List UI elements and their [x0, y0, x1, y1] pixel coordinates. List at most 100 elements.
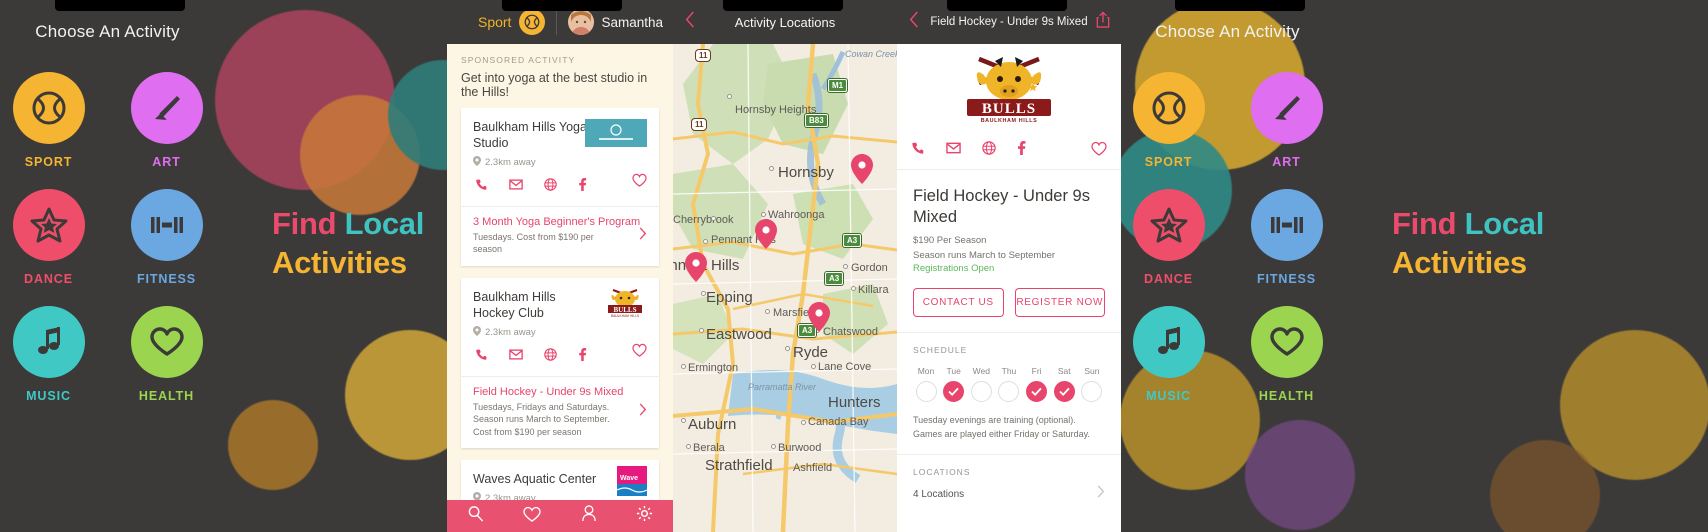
heart-icon: [130, 306, 203, 378]
phone-icon[interactable]: [475, 178, 488, 196]
activity-tile-dance[interactable]: DANCE: [1122, 189, 1216, 286]
bulls-logo: BULLS BAULKHAM HILLS: [603, 286, 647, 318]
route-shield: 11: [691, 118, 708, 131]
facebook-icon[interactable]: [578, 178, 587, 196]
map-label: Hunters: [828, 394, 881, 411]
map-pin[interactable]: [685, 252, 707, 282]
activity-label: MUSIC: [1146, 389, 1191, 403]
register-now-button[interactable]: REGISTER NOW: [1014, 288, 1105, 318]
schedule-day-sat[interactable]: Sat: [1051, 366, 1077, 403]
choose-activity-screen-left: Choose An Activity SPORT ART DANCE FITNE…: [0, 0, 215, 532]
paintbrush-icon: [130, 72, 203, 144]
globe-icon[interactable]: [544, 348, 557, 366]
status-notch: [502, 0, 622, 11]
chevron-right-icon[interactable]: [1097, 485, 1105, 503]
card-program-title[interactable]: Field Hockey - Under 9s Mixed: [473, 386, 647, 398]
day-toggle[interactable]: [943, 381, 965, 403]
day-toggle[interactable]: [915, 381, 937, 403]
map-label: Cowan Creek: [845, 49, 897, 59]
day-toggle[interactable]: [970, 381, 992, 403]
activity-tile-art[interactable]: ART: [120, 72, 214, 169]
activity-tile-sport[interactable]: SPORT: [2, 72, 96, 169]
chevron-right-icon[interactable]: [639, 403, 647, 421]
activity-tile-sport[interactable]: SPORT: [1122, 72, 1216, 169]
search-icon[interactable]: [467, 505, 484, 527]
activity-tile-dance[interactable]: DANCE: [2, 189, 96, 286]
wordmark-find: Find: [1392, 206, 1457, 241]
locations-section[interactable]: LOCATIONS 4 Locations: [897, 454, 1121, 513]
user-name[interactable]: Samantha: [601, 15, 663, 30]
svg-text:BAULKHAM HILLS: BAULKHAM HILLS: [611, 314, 640, 318]
phone-icon[interactable]: [475, 348, 488, 366]
activity-label: FITNESS: [136, 272, 197, 286]
avatar[interactable]: [568, 9, 595, 35]
activity-tile-art[interactable]: ART: [1240, 72, 1334, 169]
activity-card[interactable]: Baulkham Hills Yoga Studio 2.3km away 3 …: [461, 108, 659, 266]
schedule-day-mon[interactable]: Mon: [913, 366, 939, 403]
activity-card[interactable]: Baulkham Hills Hockey Club 2.3km away BU…: [461, 277, 659, 449]
person-icon[interactable]: [581, 505, 597, 527]
status-notch: [55, 0, 185, 11]
chevron-right-icon[interactable]: [639, 227, 647, 245]
favorite-heart-icon[interactable]: [632, 173, 647, 192]
email-icon[interactable]: [509, 348, 523, 366]
choose-activity-screen-right: Choose An Activity SPORT ART DANCE FITNE…: [1120, 0, 1335, 532]
day-toggle[interactable]: [1081, 381, 1103, 403]
activity-tile-health[interactable]: HEALTH: [1240, 306, 1334, 403]
globe-icon[interactable]: [982, 141, 996, 160]
gear-icon[interactable]: [636, 505, 653, 527]
globe-icon[interactable]: [544, 178, 557, 196]
paintbrush-icon: [1250, 72, 1323, 144]
favorite-heart-icon[interactable]: [1091, 141, 1107, 161]
day-toggle[interactable]: [1053, 381, 1075, 403]
locations-value: 4 Locations: [913, 488, 965, 500]
contact-us-button[interactable]: CONTACT US: [913, 288, 1004, 318]
card-distance: 2.3km away: [473, 325, 647, 339]
schedule-day-wed[interactable]: Wed: [968, 366, 994, 403]
heart-icon[interactable]: [523, 506, 541, 527]
route-shield: M1: [828, 79, 848, 92]
day-toggle[interactable]: [998, 381, 1020, 403]
detail-action-icons: [897, 132, 1121, 170]
star-icon: [12, 189, 85, 261]
map-pin[interactable]: [755, 219, 777, 249]
card-action-icons: [461, 178, 659, 207]
activity-tile-fitness[interactable]: FITNESS: [1240, 189, 1334, 286]
email-icon[interactable]: [946, 141, 961, 160]
facebook-icon[interactable]: [1017, 141, 1026, 160]
map-label: Epping: [706, 289, 753, 306]
card-program-title[interactable]: 3 Month Yoga Beginner's Program: [473, 216, 647, 228]
map-pin[interactable]: [808, 302, 830, 332]
divider: [556, 9, 558, 35]
activity-tile-music[interactable]: MUSIC: [1122, 306, 1216, 403]
share-icon[interactable]: [1096, 11, 1110, 33]
schedule-day-tue[interactable]: Tue: [941, 366, 967, 403]
chevron-left-icon[interactable]: [897, 11, 919, 33]
route-shield: A3: [825, 272, 844, 285]
map-pin[interactable]: [851, 154, 873, 184]
dumbbell-icon: [1250, 189, 1323, 261]
map-label: Hornsby Heights: [735, 104, 817, 116]
favorite-heart-icon[interactable]: [632, 343, 647, 362]
activity-tile-health[interactable]: HEALTH: [120, 306, 214, 403]
map-label: Lane Cove: [818, 361, 872, 373]
wordmark-activities: Activities: [1392, 244, 1527, 280]
map-canvas[interactable]: Cowan Creek Hornsby Heights Hornsby Wahr…: [673, 44, 897, 532]
chevron-left-icon[interactable]: [673, 11, 695, 33]
schedule-day-sun[interactable]: Sun: [1079, 366, 1105, 403]
activity-list-screen: Sport Samantha SPONSORED ACTIVITY Get in…: [447, 0, 673, 532]
phone-icon[interactable]: [911, 141, 925, 160]
day-toggle[interactable]: [1026, 381, 1048, 403]
map-label: Berala: [693, 442, 725, 454]
category-label[interactable]: Sport: [478, 14, 511, 30]
brand-wordmark-left: Find Local Activities: [272, 205, 424, 283]
activity-tile-fitness[interactable]: FITNESS: [120, 189, 214, 286]
schedule-day-thu[interactable]: Thu: [996, 366, 1022, 403]
schedule-day-fri[interactable]: Fri: [1024, 366, 1050, 403]
facebook-icon[interactable]: [578, 347, 587, 366]
tennis-ball-icon[interactable]: [519, 9, 546, 35]
activity-label: DANCE: [24, 272, 73, 286]
map-label: Killara: [858, 284, 889, 296]
email-icon[interactable]: [509, 178, 523, 196]
activity-tile-music[interactable]: MUSIC: [2, 306, 96, 403]
